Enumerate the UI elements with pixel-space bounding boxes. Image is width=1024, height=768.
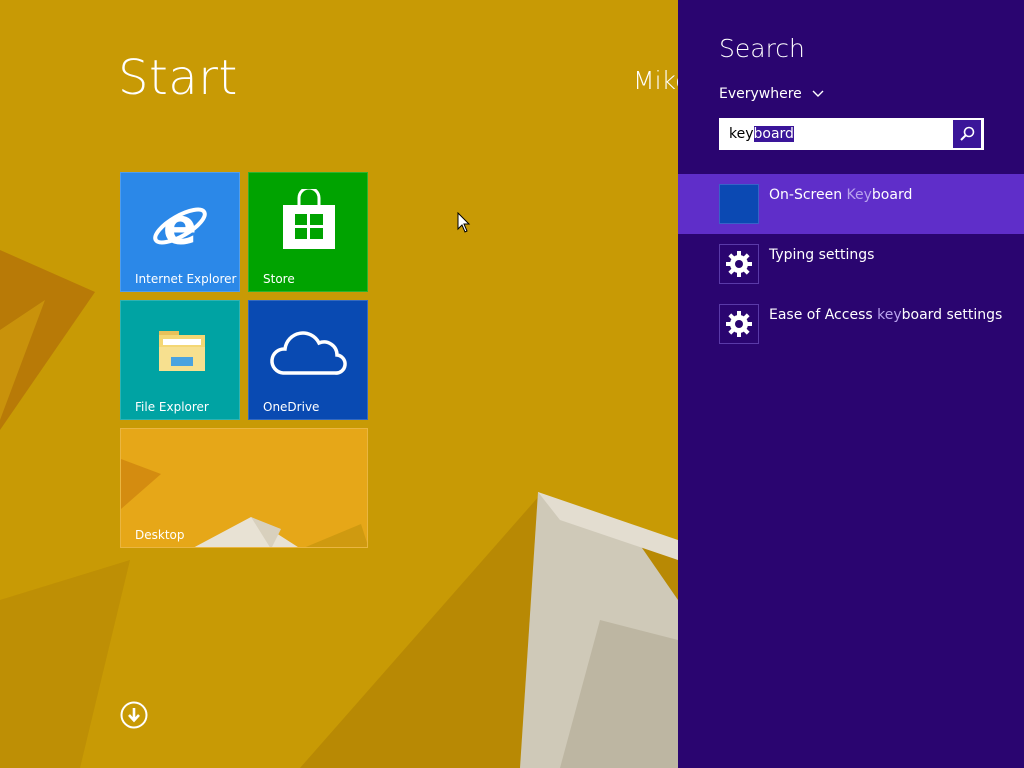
search-query-autocomplete: board — [753, 126, 794, 142]
tile-onedrive[interactable]: OneDrive — [248, 300, 368, 420]
gear-icon-graphic — [726, 251, 752, 277]
gear-icon-graphic — [726, 311, 752, 337]
gear-icon — [719, 244, 759, 284]
on-screen-keyboard-icon — [719, 184, 759, 224]
tile-store[interactable]: Store — [248, 172, 368, 292]
tile-label: Desktop — [135, 528, 185, 542]
tile-desktop[interactable]: Desktop — [120, 428, 368, 548]
result-label-text: Ease of Access — [769, 307, 878, 323]
tile-file-explorer[interactable]: File Explorer — [120, 300, 240, 420]
folder-icon — [159, 331, 205, 371]
search-button[interactable] — [953, 120, 981, 148]
search-charm-title: Search — [719, 34, 805, 63]
search-result-label: Ease of Access keyboard settings — [769, 307, 1002, 323]
down-arrow-circle-icon[interactable] — [120, 701, 148, 729]
result-label-text: board settings — [901, 307, 1003, 323]
search-result-label: Typing settings — [769, 247, 874, 263]
cloud-icon — [270, 331, 347, 375]
search-query-typed: key — [729, 126, 754, 142]
store-icon — [283, 189, 335, 249]
result-label-text: On-Screen — [769, 187, 847, 203]
mouse-cursor-icon — [457, 212, 471, 233]
magnifier-icon — [960, 126, 975, 141]
tile-label: Store — [263, 272, 295, 286]
result-label-match: Key — [846, 187, 872, 203]
search-scope-label: Everywhere — [719, 86, 802, 102]
gear-icon — [719, 304, 759, 344]
search-input[interactable]: keyboard — [719, 118, 984, 150]
search-scope-dropdown[interactable]: Everywhere — [719, 86, 824, 102]
tile-label: File Explorer — [135, 400, 209, 414]
search-result-on-screen-keyboard[interactable]: On-Screen Keyboard — [678, 174, 1024, 234]
result-label-match: key — [877, 307, 902, 323]
search-result-ease-of-access-keyboard[interactable]: Ease of Access keyboard settings — [678, 294, 1024, 354]
tile-label: OneDrive — [263, 400, 320, 414]
chevron-down-icon — [812, 90, 824, 97]
search-result-typing-settings[interactable]: Typing settings — [678, 234, 1024, 294]
result-label-text: board — [871, 187, 913, 203]
search-charm-panel: Search Everywhere keyboard On-Screen Key… — [678, 0, 1024, 768]
tile-internet-explorer[interactable]: e Internet Explorer — [120, 172, 240, 292]
result-label-text: Typing settings — [769, 247, 875, 263]
internet-explorer-icon: e — [153, 198, 207, 255]
svg-text:e: e — [163, 198, 197, 255]
search-result-label: On-Screen Keyboard — [769, 187, 912, 203]
search-query-text: keyboard — [729, 126, 794, 142]
tile-label: Internet Explorer — [135, 272, 237, 286]
start-title: Start — [118, 50, 238, 106]
